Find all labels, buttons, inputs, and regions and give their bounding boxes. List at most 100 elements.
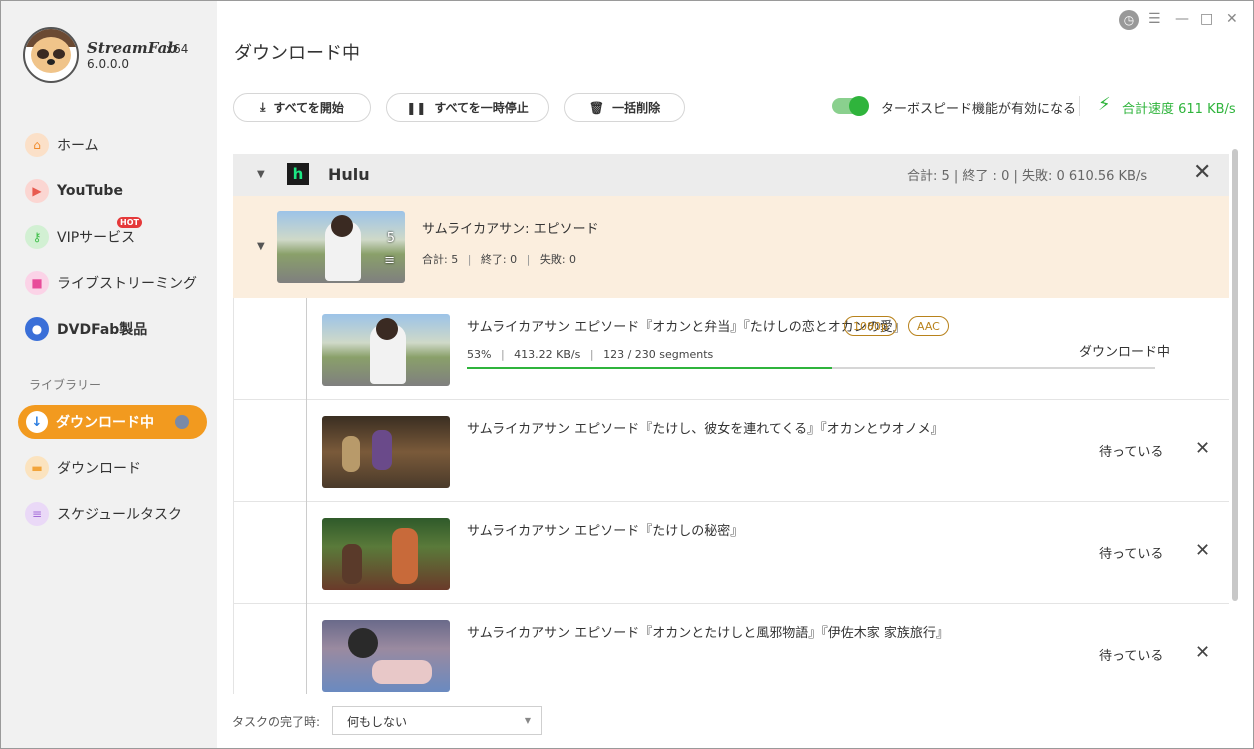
sidebar-item-schedule[interactable]: ≡ スケジュールタスク	[25, 501, 182, 527]
select-value: 何もしない	[347, 715, 408, 729]
tree-line	[306, 502, 307, 604]
pause-all-button[interactable]: ❚❚ すべてを一時停止	[386, 93, 549, 122]
sidebar-item-home[interactable]: ⌂ ホーム	[25, 132, 99, 158]
minimize-icon[interactable]: —	[1175, 11, 1189, 27]
sidebar-item-label: YouTube	[57, 183, 123, 199]
sidebar-item-live[interactable]: ■ ライブストリーミング	[25, 270, 197, 296]
episode-status: 待っている	[1099, 445, 1164, 460]
sidebar-item-label: ライブストリーミング	[57, 276, 197, 292]
progress-bar-fill	[467, 367, 832, 369]
progress-percent: 53%	[467, 348, 492, 361]
dropdown-arrow-icon: ▼	[524, 716, 531, 725]
start-all-button[interactable]: ⤓ すべてを開始	[233, 93, 371, 122]
delete-all-label: 一括削除	[612, 101, 661, 115]
home-icon: ⌂	[25, 133, 49, 157]
youtube-icon: ▶	[25, 179, 49, 203]
start-all-label: すべてを開始	[273, 101, 344, 115]
episode-row[interactable]: サムライカアサン エピソード『たけし、彼女を連れてくる』『オカンとウオノメ』 待…	[233, 400, 1229, 502]
group-name: Hulu	[328, 165, 370, 184]
library-label: ライブラリー	[29, 378, 102, 392]
episode-progress-text: 53% | 413.22 KB/s | 123 / 230 segments	[467, 348, 714, 361]
app-arch: x64	[166, 42, 189, 56]
turbo-toggle[interactable]	[832, 96, 869, 116]
series-stats: 合計: 5 | 終了: 0 | 失敗: 0	[422, 253, 577, 266]
episode-row[interactable]: サムライカアサン エピソード『たけしの秘密』 待っている ✕	[233, 502, 1229, 604]
app-name: StreamFab	[87, 39, 178, 57]
on-complete-label: タスクの完了時:	[232, 715, 321, 729]
sidebar-item-label: DVDFab製品	[57, 322, 148, 338]
close-group-icon[interactable]: ✕	[1193, 160, 1211, 185]
group-stats: 合計: 5 | 終了 : 0 | 失敗: 0 610.56 KB/s	[907, 169, 1148, 184]
scrollbar[interactable]	[1232, 149, 1238, 601]
close-window-icon[interactable]: ✕	[1226, 11, 1238, 27]
maximize-icon[interactable]: □	[1200, 11, 1213, 27]
collapse-caret-icon[interactable]: ▼	[257, 169, 265, 180]
episode-row[interactable]: サムライカアサン エピソード『オカンと弁当』『たけしの恋とオカンの愛』 1080…	[233, 298, 1229, 400]
divider	[1079, 96, 1080, 116]
download-icon: ↓	[26, 411, 48, 433]
folder-icon: ▬	[25, 456, 49, 480]
episode-title: サムライカアサン エピソード『たけし、彼女を連れてくる』『オカンとウオノメ』	[467, 422, 944, 437]
progress-bar	[467, 367, 1155, 369]
download-list: ▼ h Hulu 合計: 5 | 終了 : 0 | 失敗: 0 610.56 K…	[233, 154, 1229, 694]
hulu-icon: h	[287, 163, 309, 185]
sidebar-item-label: ダウンロード中	[56, 415, 154, 431]
resolution-badge: 1080p	[844, 316, 897, 336]
series-done: 終了: 0	[480, 253, 518, 266]
total-speed: 合計速度 611 KB/s	[1122, 102, 1236, 117]
series-failed: 失敗: 0	[539, 253, 577, 266]
episode-thumbnail	[322, 620, 450, 692]
list-icon: ≡	[384, 253, 395, 268]
app-logo	[23, 27, 79, 83]
episode-count: 5	[386, 231, 395, 246]
remove-task-icon[interactable]: ✕	[1195, 540, 1210, 561]
sidebar-item-vip[interactable]: ⚷ VIPサービス HOT	[25, 217, 142, 250]
pause-icon: ❚❚	[406, 100, 427, 115]
on-complete-select[interactable]: 何もしない ▼	[332, 706, 542, 735]
trash-icon: 🗑	[588, 100, 605, 115]
sidebar-item-label: ホーム	[57, 138, 99, 154]
episode-thumbnail	[322, 416, 450, 488]
series-row[interactable]: ▼ 5 ≡ サムライカアサン: エピソード 合計: 5 | 終了: 0 | 失敗…	[233, 196, 1229, 298]
collapse-caret-icon[interactable]: ▼	[257, 241, 265, 252]
download-speed: 413.22 KB/s	[514, 348, 581, 361]
series-thumbnail: 5 ≡	[277, 211, 405, 283]
delete-all-button[interactable]: 🗑 一括削除	[564, 93, 685, 122]
activity-indicator	[175, 415, 189, 429]
page-title: ダウンロード中	[234, 43, 360, 64]
sidebar: StreamFab x64 6.0.0.0 ⌂ ホーム ▶ YouTube ⚷ …	[1, 1, 217, 748]
clock-icon[interactable]: ◷	[1119, 10, 1139, 30]
key-icon: ⚷	[25, 225, 49, 249]
tree-line	[306, 400, 307, 502]
episode-title: サムライカアサン エピソード『オカンと弁当』『たけしの恋とオカンの愛』	[467, 320, 906, 335]
menu-icon[interactable]: ☰	[1148, 11, 1161, 27]
audio-badge: AAC	[908, 316, 949, 336]
sidebar-item-dvdfab[interactable]: ● DVDFab製品	[25, 316, 147, 342]
episode-status: 待っている	[1099, 649, 1164, 664]
series-title: サムライカアサン: エピソード	[422, 222, 599, 237]
turbo-label: ターボスピード機能が有効になる	[881, 102, 1077, 117]
episode-thumbnail	[322, 518, 450, 590]
remove-task-icon[interactable]: ✕	[1195, 438, 1210, 459]
episode-title: サムライカアサン エピソード『たけしの秘密』	[467, 524, 744, 539]
sidebar-item-label: VIPサービス	[57, 230, 136, 246]
dvdfab-icon: ●	[25, 317, 49, 341]
remove-task-icon[interactable]: ✕	[1195, 642, 1210, 663]
group-header[interactable]: ▼ h Hulu 合計: 5 | 終了 : 0 | 失敗: 0 610.56 K…	[233, 154, 1229, 196]
segments-count: 123 / 230 segments	[603, 348, 714, 361]
camera-icon: ■	[25, 271, 49, 295]
tree-line	[306, 298, 307, 400]
episode-status: ダウンロード中	[1079, 345, 1171, 360]
episode-title: サムライカアサン エピソード『オカンとたけしと風邪物語』『伊佐木家 家族旅行』	[467, 626, 949, 641]
pause-all-label: すべてを一時停止	[434, 101, 529, 115]
sidebar-item-youtube[interactable]: ▶ YouTube	[25, 178, 123, 204]
sidebar-item-downloading[interactable]: ↓ ダウンロード中	[18, 405, 207, 439]
tree-line	[306, 604, 307, 694]
download-icon: ⤓	[260, 100, 266, 114]
hot-badge: HOT	[117, 217, 142, 228]
sidebar-item-label: スケジュールタスク	[57, 507, 183, 523]
sidebar-item-downloaded[interactable]: ▬ ダウンロード	[25, 455, 141, 481]
episode-row[interactable]: サムライカアサン エピソード『オカンとたけしと風邪物語』『伊佐木家 家族旅行』 …	[233, 604, 1229, 694]
app-window: StreamFab x64 6.0.0.0 ⌂ ホーム ▶ YouTube ⚷ …	[0, 0, 1254, 749]
episode-status: 待っている	[1099, 547, 1164, 562]
